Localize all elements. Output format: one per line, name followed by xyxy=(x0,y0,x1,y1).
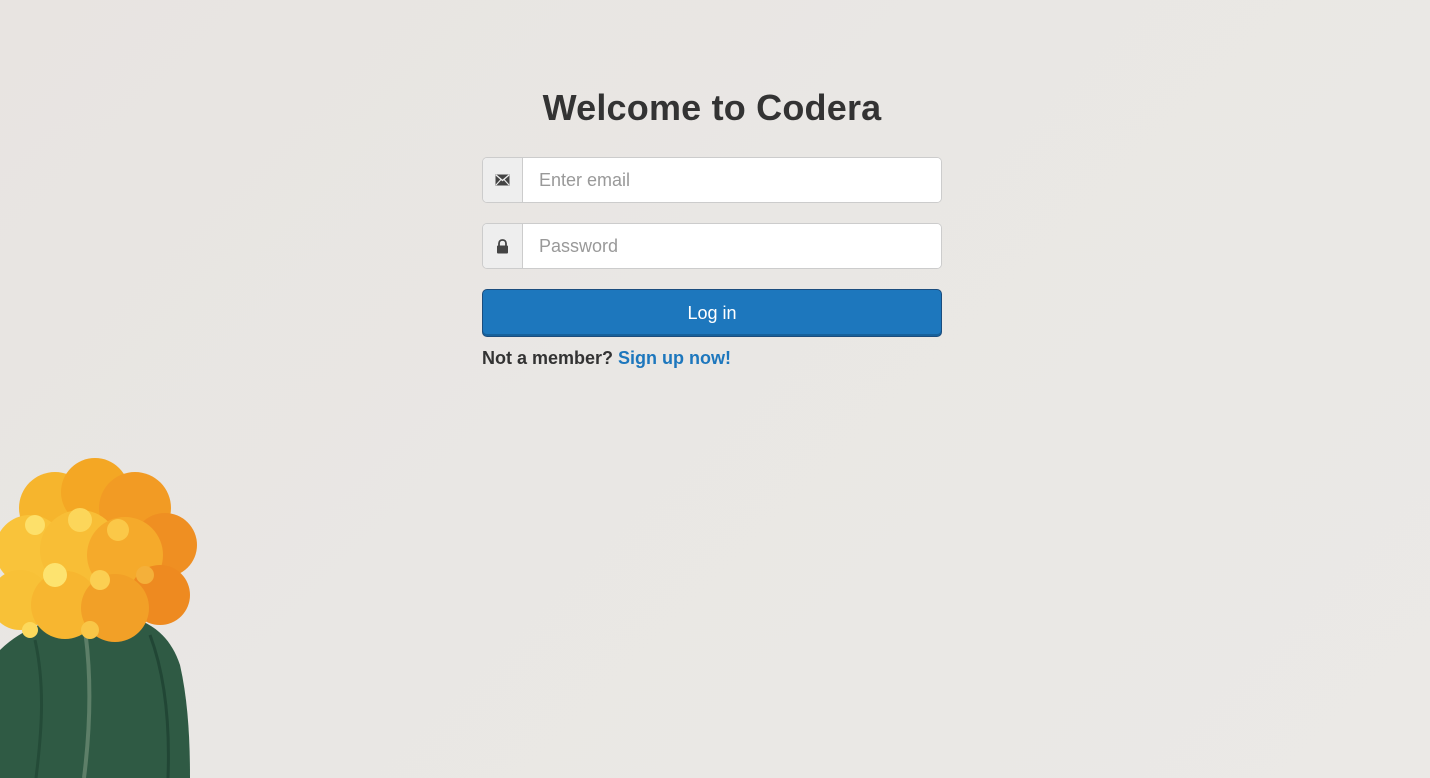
login-button[interactable]: Log in xyxy=(482,289,942,337)
signup-prompt: Not a member? xyxy=(482,348,614,368)
password-field[interactable] xyxy=(523,224,941,268)
email-field[interactable] xyxy=(523,158,941,202)
page-title: Welcome to Codera xyxy=(542,87,882,128)
email-input-group xyxy=(482,157,942,203)
envelope-icon xyxy=(483,158,523,202)
lock-icon xyxy=(483,224,523,268)
signup-link[interactable]: Sign up now! xyxy=(618,348,731,368)
login-panel: Welcome to Codera Log in Not a member? S… xyxy=(482,84,942,369)
password-input-group xyxy=(482,223,942,269)
signup-row: Not a member? Sign up now! xyxy=(482,347,942,369)
cactus-decoration xyxy=(0,458,197,778)
